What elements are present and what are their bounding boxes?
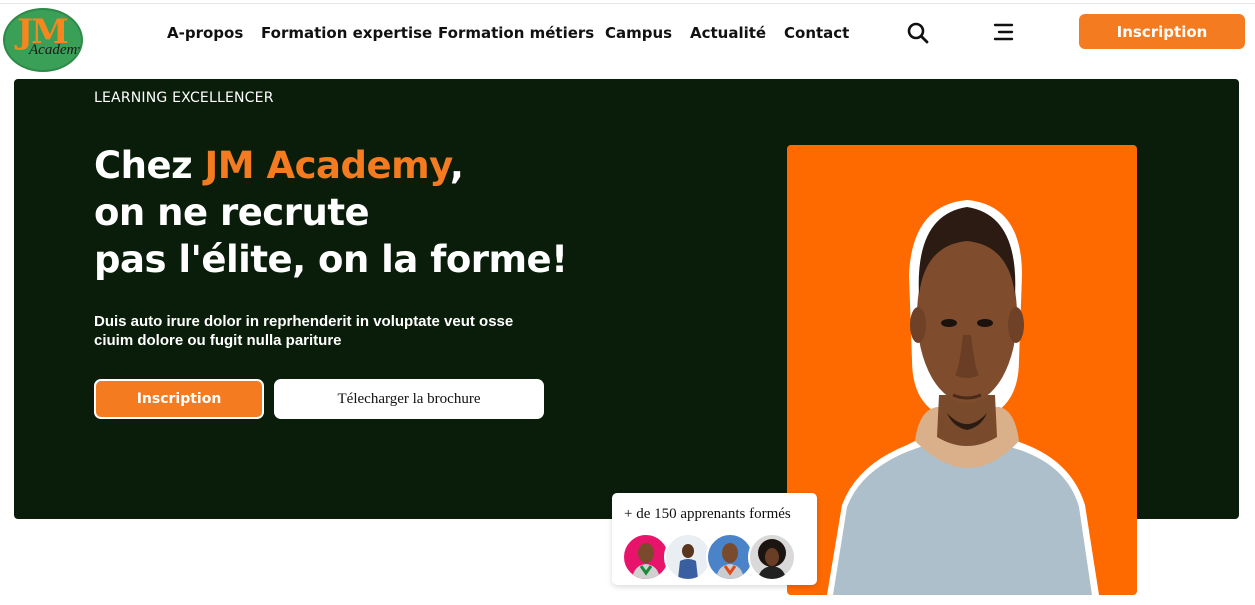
nav-item-contact[interactable]: Contact <box>784 24 849 42</box>
headline-prefix: Chez <box>94 144 205 187</box>
search-icon[interactable] <box>906 21 930 45</box>
nav-item-apropos[interactable]: A-propos <box>167 24 243 42</box>
nav-item-actualite[interactable]: Actualité <box>690 24 766 42</box>
download-brochure-button[interactable]: Télecharger la brochure <box>274 379 544 419</box>
learners-count-text: + de 150 apprenants formés <box>624 506 791 522</box>
headline-line-2: on ne recrute <box>94 191 370 234</box>
hero-eyebrow: LEARNING EXCELLENCER <box>94 90 274 106</box>
avatar <box>664 533 712 581</box>
avatar <box>706 533 754 581</box>
nav-item-formation-metiers[interactable]: Formation métiers <box>438 24 594 42</box>
brand-logo[interactable]: JM Academy <box>3 8 83 72</box>
nav-item-campus[interactable]: Campus <box>605 24 672 42</box>
headline-comma: , <box>449 144 464 187</box>
header-inscription-button[interactable]: Inscription <box>1079 14 1245 49</box>
avatar <box>748 533 796 581</box>
headline-line-3: pas l'élite, on la forme! <box>94 238 568 281</box>
hero-portrait <box>787 145 1137 595</box>
hero-inscription-button[interactable]: Inscription <box>94 379 264 419</box>
learner-avatars <box>622 533 812 583</box>
student-photo <box>827 200 1099 595</box>
headline-brand: JM Academy <box>204 144 451 187</box>
nav-item-formation-expertise[interactable]: Formation expertise <box>261 24 432 42</box>
learners-card: + de 150 apprenants formés <box>612 493 817 585</box>
top-divider <box>0 3 1255 4</box>
avatar <box>622 533 670 581</box>
hero-headline: Chez JM Academy, on ne recrute pas l'éli… <box>94 142 568 283</box>
logo-wordmark: Academy <box>29 42 83 58</box>
menu-icon[interactable] <box>992 23 1016 43</box>
hero-description: Duis auto irure dolor in reprhenderit in… <box>94 313 514 349</box>
